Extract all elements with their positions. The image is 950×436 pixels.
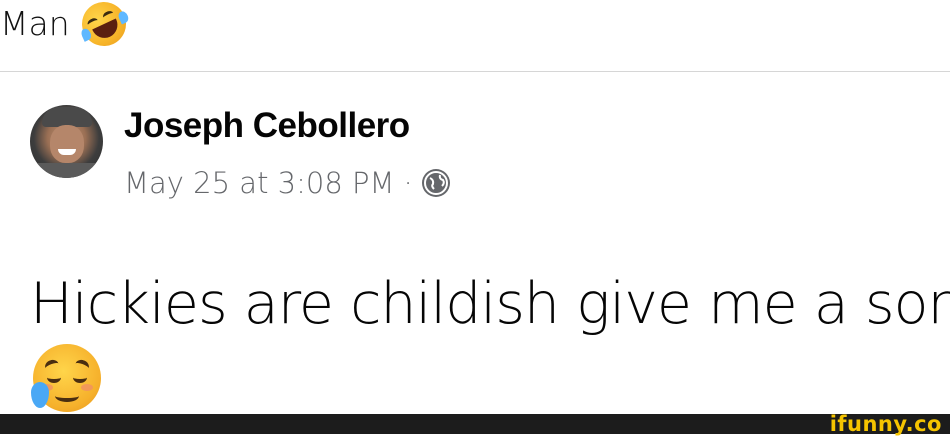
avatar[interactable]	[30, 105, 103, 178]
post-meta: May 25 at 3:08 PM ·	[124, 166, 450, 200]
author-name[interactable]: Joseph Cebollero	[124, 106, 410, 146]
post-timestamp[interactable]: May 25 at 3:08 PM	[124, 166, 395, 200]
meta-separator: ·	[403, 166, 413, 200]
divider	[0, 71, 950, 72]
post-body: Hickies are childish give me a son	[30, 271, 950, 337]
laughing-emoji-icon	[74, 0, 133, 54]
caption-text: Man	[0, 4, 70, 43]
caption: Man	[0, 0, 133, 54]
sad-relieved-emoji-icon	[31, 344, 101, 412]
globe-icon[interactable]	[421, 169, 450, 197]
ifunny-watermark: ifunny.co	[829, 412, 942, 436]
footer-bar	[0, 414, 950, 434]
